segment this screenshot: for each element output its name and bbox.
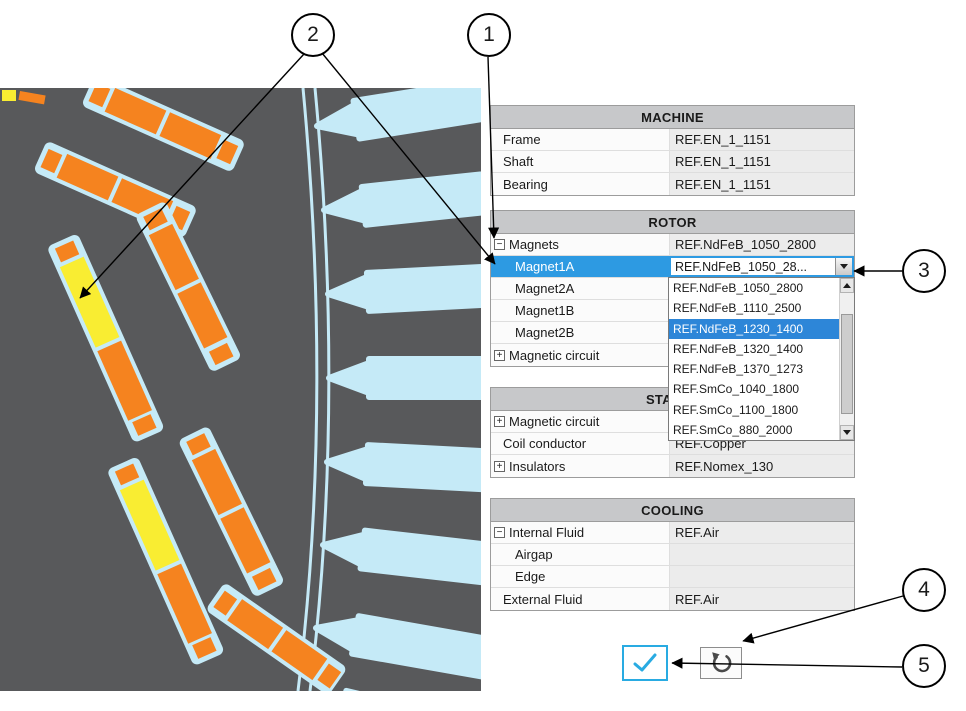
dropdown-item[interactable]: REF.NdFeB_1050_2800 [669,278,854,298]
dropdown-scrollbar[interactable] [839,278,854,440]
callout-2: 2 [291,13,335,57]
table-row[interactable]: Frame REF.EN_1_1151 [491,129,854,151]
dropdown-item-highlighted[interactable]: REF.NdFeB_1230_1400 [669,319,854,339]
collapse-expander-icon[interactable]: − [494,527,505,538]
row-value[interactable]: REF.EN_1_1151 [669,129,854,150]
row-label[interactable]: Edge [491,566,669,587]
triangle-down-icon [843,430,851,435]
table-row[interactable]: Shaft REF.EN_1_1151 [491,151,854,173]
motor-cross-section-view[interactable] [0,88,481,691]
row-label[interactable]: Frame [491,129,669,150]
callout-1: 1 [467,13,511,57]
row-label[interactable]: External Fluid [491,588,669,610]
rotor-table-header: ROTOR [491,211,854,234]
row-value[interactable]: REF.Air [669,522,854,543]
row-label-text: Insulators [509,459,565,474]
scrollbar-down-button[interactable] [840,425,854,440]
callout-4: 4 [902,568,946,612]
row-label-text: Internal Fluid [509,525,584,540]
row-label[interactable]: Bearing [491,173,669,195]
callout-5: 5 [902,644,946,688]
row-value[interactable]: REF.Nomex_130 [669,455,854,477]
row-label[interactable]: − Magnets [491,234,669,255]
row-label[interactable]: Coil conductor [491,433,669,454]
material-dropdown-list: REF.NdFeB_1050_2800 REF.NdFeB_1110_2500 … [668,277,855,441]
row-value[interactable] [669,566,854,587]
dropdown-item[interactable]: REF.SmCo_880_2000 [669,420,854,440]
scrollbar-thumb[interactable] [841,314,853,414]
row-label[interactable]: − Internal Fluid [491,522,669,543]
table-row-internal-fluid[interactable]: − Internal Fluid REF.Air [491,522,854,544]
cooling-table: COOLING − Internal Fluid REF.Air Airgap … [490,498,855,611]
table-row-magnets[interactable]: − Magnets REF.NdFeB_1050_2800 [491,234,854,256]
chevron-down-icon [840,264,848,269]
dropdown-item[interactable]: REF.SmCo_1100_1800 [669,400,854,420]
row-label[interactable]: Shaft [491,151,669,172]
machine-table-header: MACHINE [491,106,854,129]
expand-expander-icon[interactable]: + [494,350,505,361]
expand-expander-icon[interactable]: + [494,461,505,472]
dropdown-item[interactable]: REF.NdFeB_1320_1400 [669,339,854,359]
row-label[interactable]: + Magnetic circuit [491,411,669,432]
dropdown-item[interactable]: REF.SmCo_1040_1800 [669,379,854,399]
row-label-text: Magnets [509,237,559,252]
row-label[interactable]: + Insulators [491,455,669,477]
table-row-insulators[interactable]: + Insulators REF.Nomex_130 [491,455,854,477]
confirm-button[interactable] [622,645,668,681]
table-row-edge[interactable]: Edge [491,566,854,588]
row-value[interactable]: REF.EN_1_1151 [669,151,854,172]
collapse-expander-icon[interactable]: − [494,239,505,250]
selected-row-label[interactable]: Magnet1A [491,256,669,277]
row-value[interactable] [669,544,854,565]
table-row-magnet1a[interactable]: Magnet1A REF.NdFeB_1050_28... [491,256,854,278]
machine-table: MACHINE Frame REF.EN_1_1151 Shaft REF.EN… [490,105,855,196]
expand-expander-icon[interactable]: + [494,416,505,427]
dropdown-item[interactable]: REF.NdFeB_1370_1273 [669,359,854,379]
row-label[interactable]: Magnet2A [491,278,669,299]
cooling-table-header: COOLING [491,499,854,522]
row-value[interactable]: REF.EN_1_1151 [669,173,854,195]
reset-button[interactable] [700,647,742,679]
combobox-dropdown-button[interactable] [835,258,852,275]
row-label[interactable]: Airgap [491,544,669,565]
check-icon [631,652,659,674]
row-label[interactable]: Magnet2B [491,322,669,343]
row-label-text: Magnetic circuit [509,414,599,429]
table-row-external-fluid[interactable]: External Fluid REF.Air [491,588,854,610]
dropdown-item[interactable]: REF.NdFeB_1110_2500 [669,298,854,318]
row-label[interactable]: Magnet1B [491,300,669,321]
row-value[interactable]: REF.Air [669,588,854,610]
row-value[interactable]: REF.NdFeB_1050_2800 [669,234,854,255]
scrollbar-up-button[interactable] [840,278,854,293]
callout-3: 3 [902,249,946,293]
row-label[interactable]: + Magnetic circuit [491,344,669,366]
table-row-airgap[interactable]: Airgap [491,544,854,566]
row-label-text: Magnetic circuit [509,348,599,363]
triangle-up-icon [843,283,851,288]
refresh-icon [708,651,734,675]
table-row[interactable]: Bearing REF.EN_1_1151 [491,173,854,195]
motor-graphic [0,88,481,691]
combobox-value[interactable]: REF.NdFeB_1050_28... [671,258,835,275]
material-combobox[interactable]: REF.NdFeB_1050_28... [669,256,854,277]
